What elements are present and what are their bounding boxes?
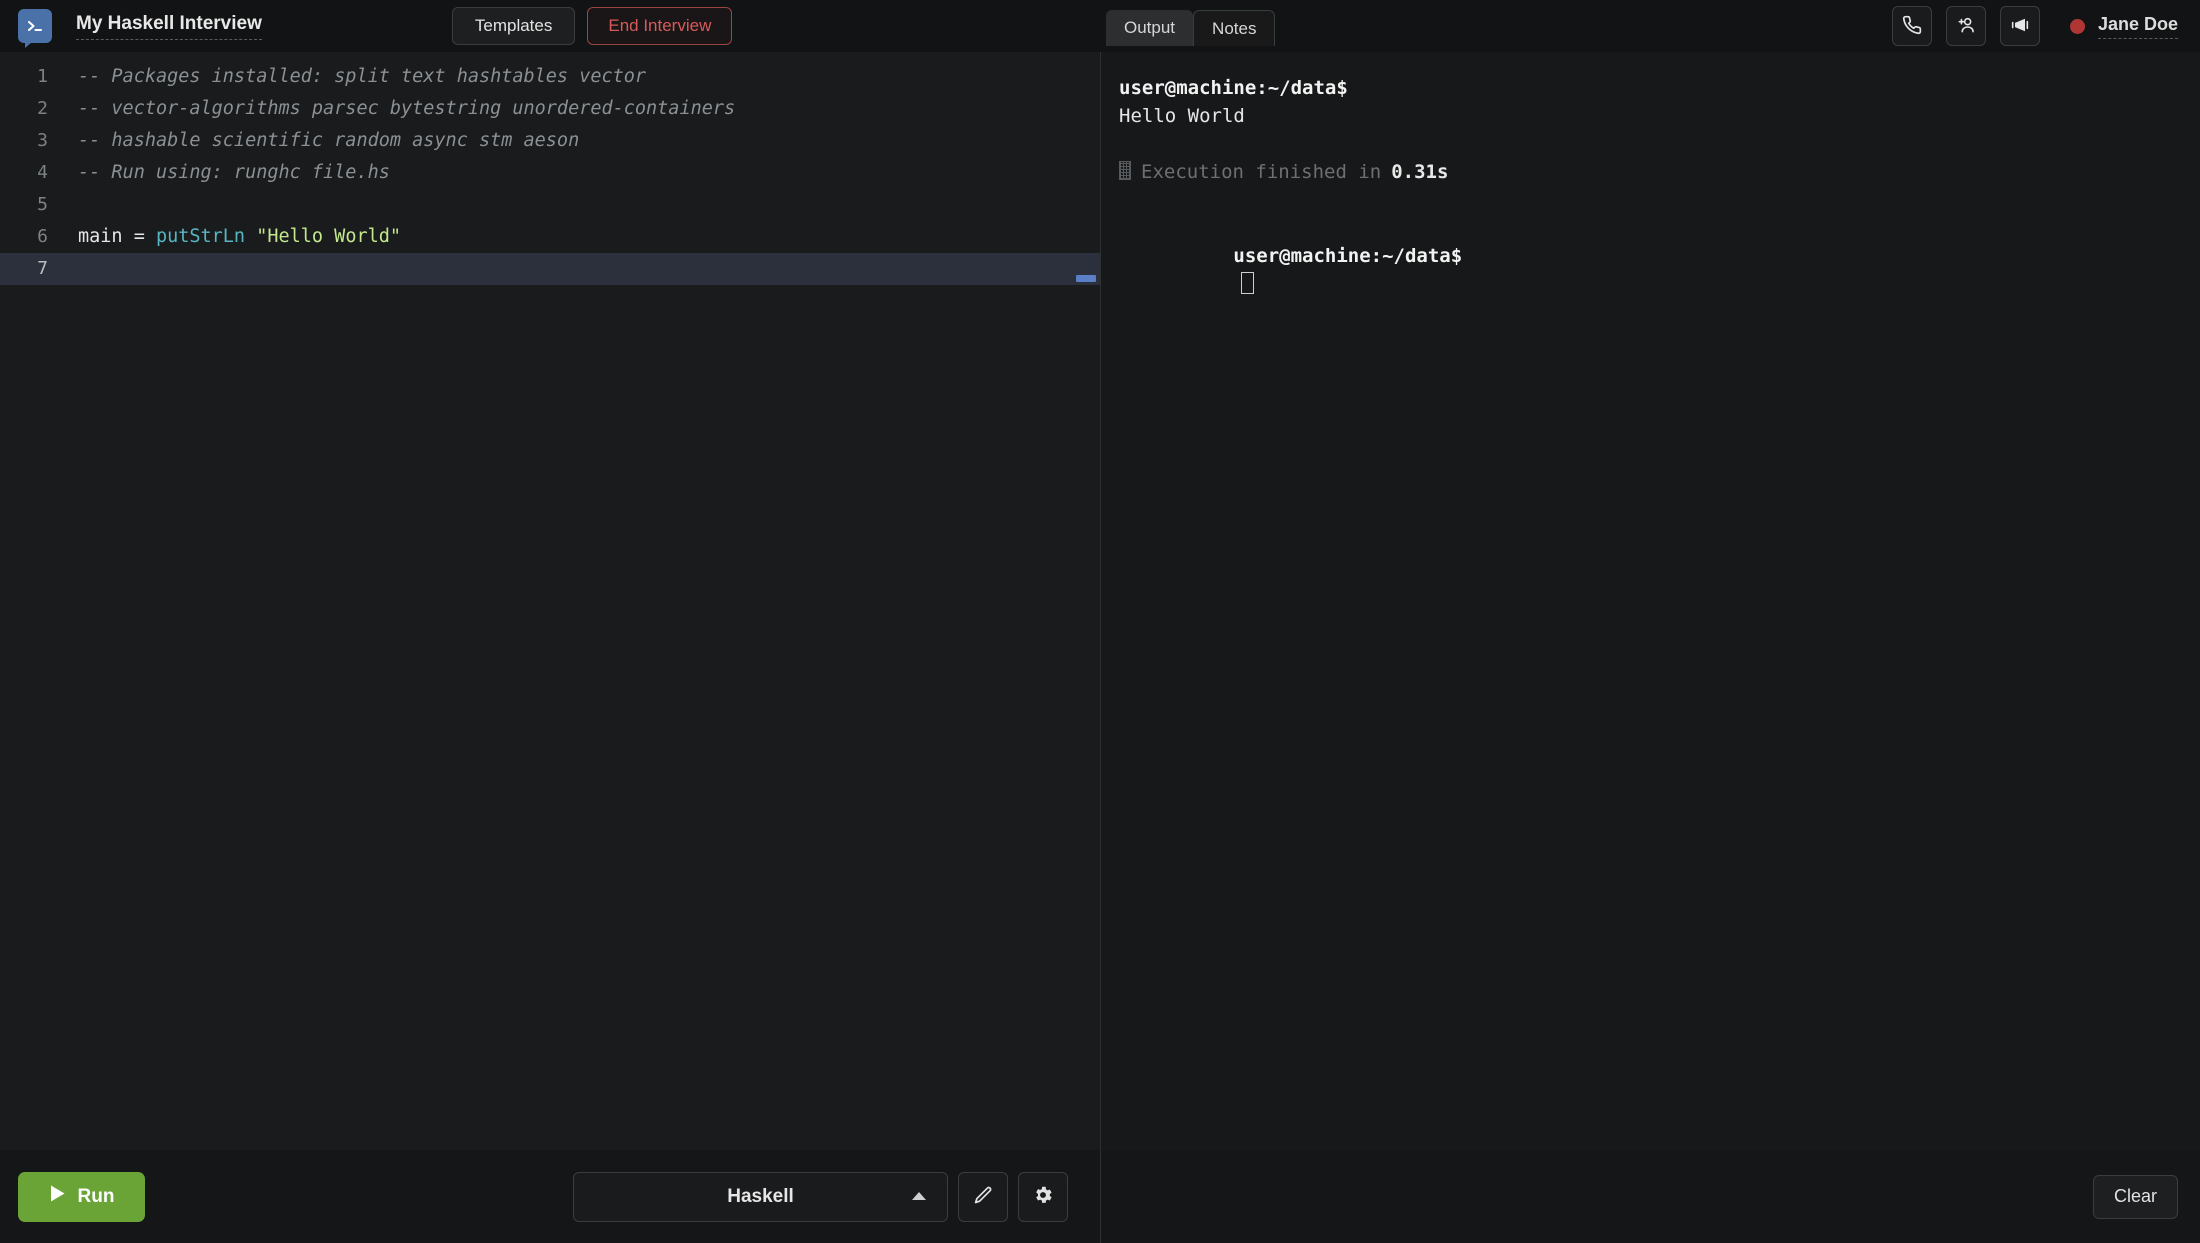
line-number: 5 bbox=[0, 189, 62, 221]
code-token: -- hashable scientific random async stm … bbox=[78, 130, 579, 151]
add-person-button[interactable] bbox=[1946, 6, 1986, 46]
console-prompt-line: user@machine:~/data$ bbox=[1119, 74, 2200, 102]
line-number: 3 bbox=[0, 125, 62, 157]
user-name: Jane Doe bbox=[2098, 14, 2178, 39]
output-pane: user@machine:~/data$ Hello World Executi… bbox=[1101, 52, 2200, 1243]
console-status-text: Execution finished in bbox=[1141, 158, 1381, 186]
edit-button[interactable] bbox=[958, 1172, 1008, 1222]
code-line-text: -- hashable scientific random async stm … bbox=[62, 125, 1100, 157]
missing-glyph-icon bbox=[1119, 161, 1131, 180]
app-header: My Haskell Interview Templates End Inter… bbox=[0, 0, 2200, 52]
tab-notes[interactable]: Notes bbox=[1193, 10, 1275, 46]
code-token: -- Run using: runghc file.hs bbox=[78, 162, 390, 183]
run-label: Run bbox=[78, 1186, 115, 1208]
code-token: -- vector-algorithms parsec bytestring u… bbox=[78, 98, 735, 119]
code-line[interactable]: 4 -- Run using: runghc file.hs bbox=[0, 157, 1100, 189]
console-prompt-2-text: user@machine:~/data$ bbox=[1233, 245, 1462, 267]
code-token: putStrLn bbox=[156, 226, 245, 247]
console-stdout-line: Hello World bbox=[1119, 102, 2200, 130]
clear-button[interactable]: Clear bbox=[2093, 1175, 2178, 1219]
chevron-up-icon bbox=[911, 1188, 927, 1206]
add-person-icon bbox=[1955, 15, 1977, 38]
header-actions: Templates End Interview bbox=[452, 7, 732, 45]
user-chip[interactable]: Jane Doe bbox=[2070, 14, 2178, 39]
line-number: 4 bbox=[0, 157, 62, 189]
code-line[interactable]: 7 bbox=[0, 253, 1100, 285]
code-line-text: -- vector-algorithms parsec bytestring u… bbox=[62, 93, 1100, 125]
pencil-icon bbox=[973, 1185, 994, 1209]
tab-output[interactable]: Output bbox=[1106, 10, 1193, 46]
code-line-text: main = putStrLn "Hello World" bbox=[62, 221, 1100, 253]
code-token: main = bbox=[78, 226, 156, 247]
phone-icon bbox=[1902, 15, 1922, 38]
code-token bbox=[245, 226, 256, 247]
code-editor[interactable]: 1 -- Packages installed: split text hasht… bbox=[0, 52, 1100, 1150]
settings-button[interactable] bbox=[1018, 1172, 1068, 1222]
console-spacer-2 bbox=[1119, 186, 2200, 214]
console-status-line: Execution finished in 0.31s bbox=[1119, 158, 2200, 186]
gear-icon bbox=[1032, 1184, 1054, 1209]
editor-pane: 1 -- Packages installed: split text hasht… bbox=[0, 52, 1101, 1243]
megaphone-button[interactable] bbox=[2000, 6, 2040, 46]
code-line[interactable]: 3 -- hashable scientific random async stm… bbox=[0, 125, 1100, 157]
terminal-bubble-icon bbox=[18, 9, 52, 43]
code-line[interactable]: 5 bbox=[0, 189, 1100, 221]
line-number: 7 bbox=[0, 253, 62, 285]
console-status-time: 0.31s bbox=[1391, 158, 1448, 186]
editor-toolbar: Run Haskell bbox=[0, 1150, 1100, 1243]
megaphone-icon bbox=[2009, 15, 2031, 38]
editor-toolbar-right: Haskell bbox=[573, 1172, 1082, 1222]
code-token: -- Packages installed: split text hashta… bbox=[78, 66, 646, 87]
line-number: 6 bbox=[0, 221, 62, 253]
console-spacer bbox=[1119, 130, 2200, 158]
code-line-text: -- Packages installed: split text hashta… bbox=[62, 61, 1100, 93]
app-root: My Haskell Interview Templates End Inter… bbox=[0, 0, 2200, 1243]
workspace: 1 -- Packages installed: split text hasht… bbox=[0, 52, 2200, 1243]
console-prompt-line-2: user@machine:~/data$ bbox=[1119, 214, 2200, 326]
end-interview-button[interactable]: End Interview bbox=[587, 7, 732, 45]
cursor-block bbox=[1241, 272, 1254, 294]
run-button[interactable]: Run bbox=[18, 1172, 145, 1222]
play-icon bbox=[49, 1184, 66, 1209]
console-output[interactable]: user@machine:~/data$ Hello World Executi… bbox=[1101, 52, 2200, 1150]
language-label: Haskell bbox=[727, 1186, 794, 1208]
phone-button[interactable] bbox=[1892, 6, 1932, 46]
line-number: 1 bbox=[0, 61, 62, 93]
header-right-controls: Jane Doe bbox=[1892, 6, 2178, 46]
output-panel-tabs: Output Notes bbox=[1106, 0, 1275, 52]
code-line[interactable]: 6main = putStrLn "Hello World" bbox=[0, 221, 1100, 253]
code-line[interactable]: 2 -- vector-algorithms parsec bytestring … bbox=[0, 93, 1100, 125]
code-token: "Hello World" bbox=[256, 226, 401, 247]
templates-button[interactable]: Templates bbox=[452, 7, 575, 45]
line-number: 2 bbox=[0, 93, 62, 125]
code-line-text: -- Run using: runghc file.hs bbox=[62, 157, 1100, 189]
document-title[interactable]: My Haskell Interview bbox=[76, 12, 262, 40]
minimap-marker[interactable] bbox=[1076, 275, 1096, 282]
output-toolbar: Clear bbox=[1101, 1150, 2200, 1243]
status-badge bbox=[2070, 19, 2085, 34]
code-line[interactable]: 1 -- Packages installed: split text hasht… bbox=[0, 61, 1100, 93]
language-select[interactable]: Haskell bbox=[573, 1172, 948, 1222]
